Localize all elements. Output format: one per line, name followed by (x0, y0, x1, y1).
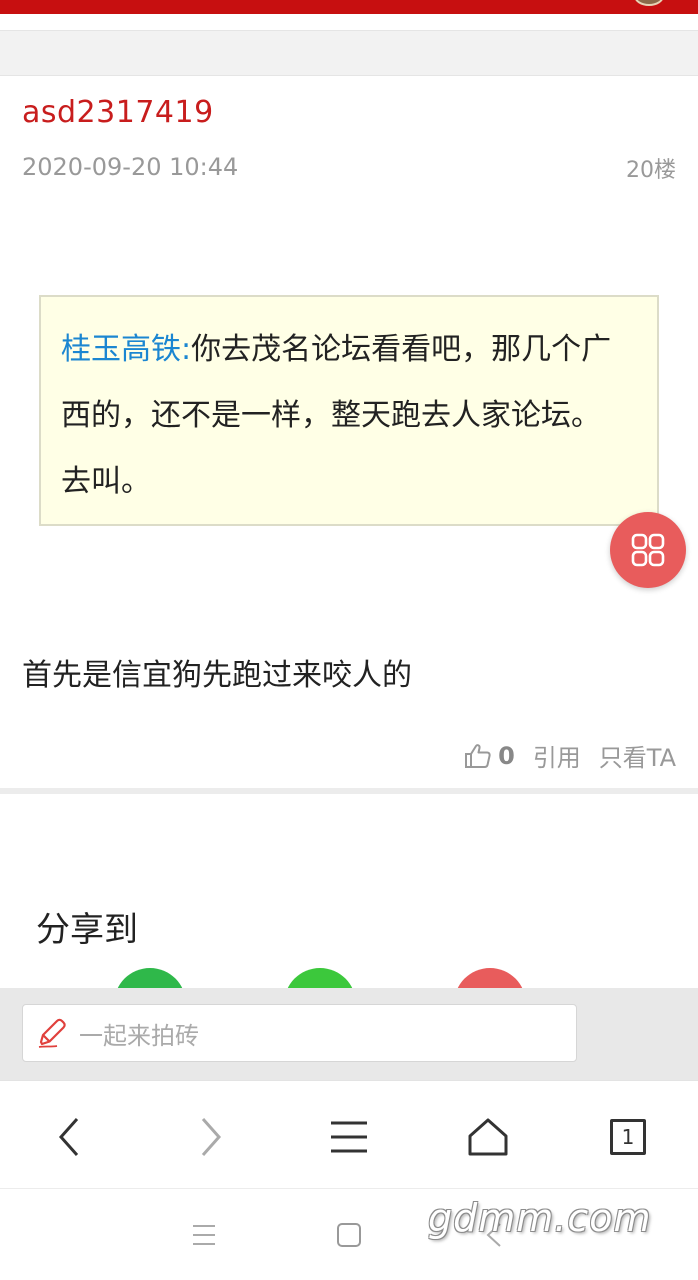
tab-count-icon: 1 (610, 1119, 646, 1155)
floating-menu-button[interactable] (610, 512, 686, 588)
hamburger-menu-icon (331, 1121, 367, 1153)
like-button[interactable]: 0 (464, 742, 515, 770)
post-username[interactable]: asd2317419 (22, 95, 214, 130)
system-recents-button[interactable] (182, 1213, 226, 1257)
reply-input[interactable]: 一起来拍砖 (22, 1004, 577, 1062)
only-view-author-button[interactable]: 只看TA (599, 738, 676, 773)
tab-count: 1 (621, 1125, 635, 1149)
tabs-button[interactable]: 1 (600, 1109, 656, 1165)
like-count: 0 (498, 741, 515, 770)
square-home-icon (337, 1223, 361, 1247)
system-home-button[interactable] (327, 1213, 371, 1257)
recents-icon (193, 1225, 215, 1245)
section-gap (0, 30, 698, 76)
post-divider (0, 788, 698, 794)
share-title: 分享到 (36, 910, 138, 950)
reply-placeholder: 一起来拍砖 (79, 1021, 199, 1050)
pencil-icon (38, 1018, 66, 1048)
post-body-text: 首先是信宜狗先跑过来咬人的 (22, 658, 412, 693)
chevron-right-icon (201, 1118, 222, 1156)
user-avatar[interactable] (634, 0, 664, 6)
forward-button[interactable] (182, 1109, 238, 1165)
thumbs-up-icon (465, 743, 491, 768)
watermark-text: gdmm.com (428, 1196, 652, 1240)
back-button[interactable] (42, 1109, 98, 1165)
top-status-bar (0, 0, 698, 14)
home-button[interactable] (460, 1109, 516, 1165)
quote-author[interactable]: 桂玉高铁: (61, 332, 191, 367)
post-floor-number: 20楼 (626, 158, 676, 183)
home-icon (468, 1118, 508, 1156)
quote-button[interactable]: 引用 (533, 738, 581, 773)
browser-toolbar: 1 (0, 1080, 698, 1188)
menu-button[interactable] (321, 1109, 377, 1165)
chevron-left-icon (58, 1118, 79, 1156)
post-timestamp: 2020-09-20 10:44 (22, 153, 239, 181)
quoted-reply-box: 桂玉高铁:你去茂名论坛看看吧，那几个广西的，还不是一样，整天跑去人家论坛。去叫。 (39, 295, 659, 526)
quote-content: 桂玉高铁:你去茂名论坛看看吧，那几个广西的，还不是一样，整天跑去人家论坛。去叫。 (61, 317, 629, 515)
reply-bar: 一起来拍砖 (0, 988, 698, 1080)
grid-menu-icon (631, 533, 665, 567)
post-actions: 0 引用 只看TA (464, 738, 676, 773)
